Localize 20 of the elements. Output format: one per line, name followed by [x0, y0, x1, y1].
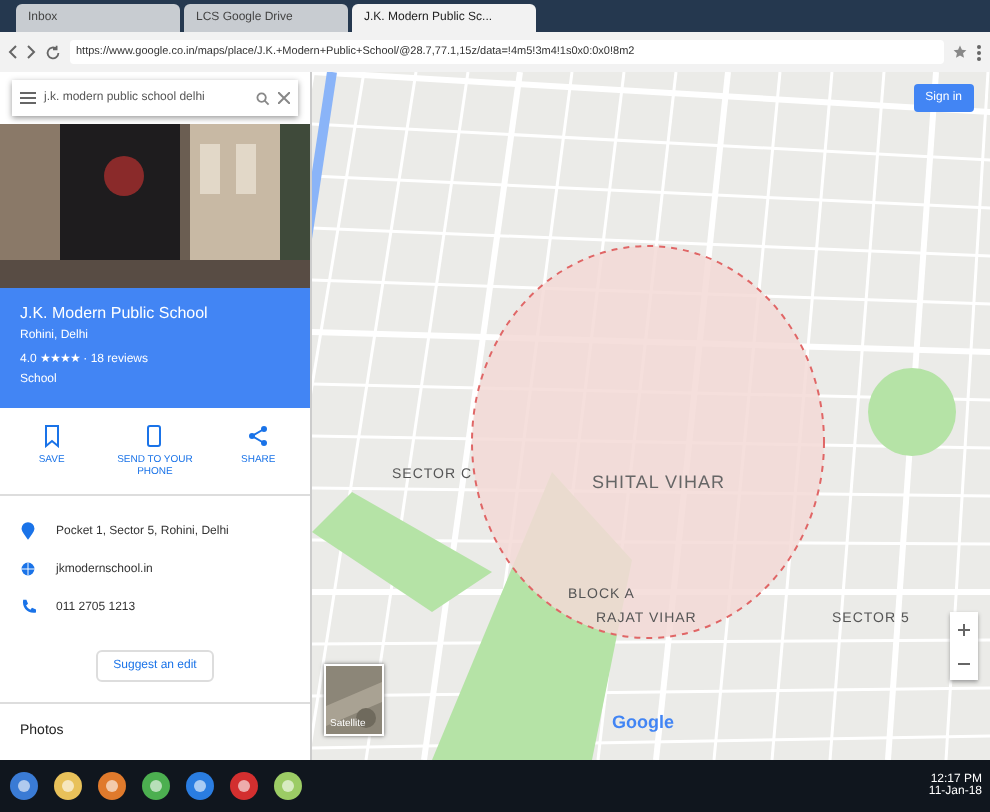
- plus-icon[interactable]: [958, 623, 970, 635]
- phone-icon: [142, 424, 167, 448]
- bookmark-icon: [39, 424, 64, 448]
- globe-icon: [20, 558, 36, 580]
- minus-icon[interactable]: [958, 657, 970, 669]
- zoom-control[interactable]: [950, 612, 978, 680]
- place-name: J.K. Modern Public School: [20, 304, 210, 322]
- menu-icon[interactable]: [976, 43, 982, 61]
- phone-icon: [20, 596, 36, 618]
- reload-icon[interactable]: [44, 43, 62, 61]
- share-icon: [246, 424, 271, 448]
- map-label: SHITAL VIHAR: [592, 472, 726, 492]
- forward-icon[interactable]: [26, 44, 36, 60]
- search-icon[interactable]: [256, 91, 270, 105]
- map-logo: Google: [612, 712, 674, 732]
- star-icon[interactable]: [952, 44, 968, 60]
- back-icon[interactable]: [8, 44, 18, 60]
- pin-icon: [20, 520, 36, 542]
- close-icon[interactable]: [278, 92, 290, 104]
- menu-icon[interactable]: [20, 92, 36, 104]
